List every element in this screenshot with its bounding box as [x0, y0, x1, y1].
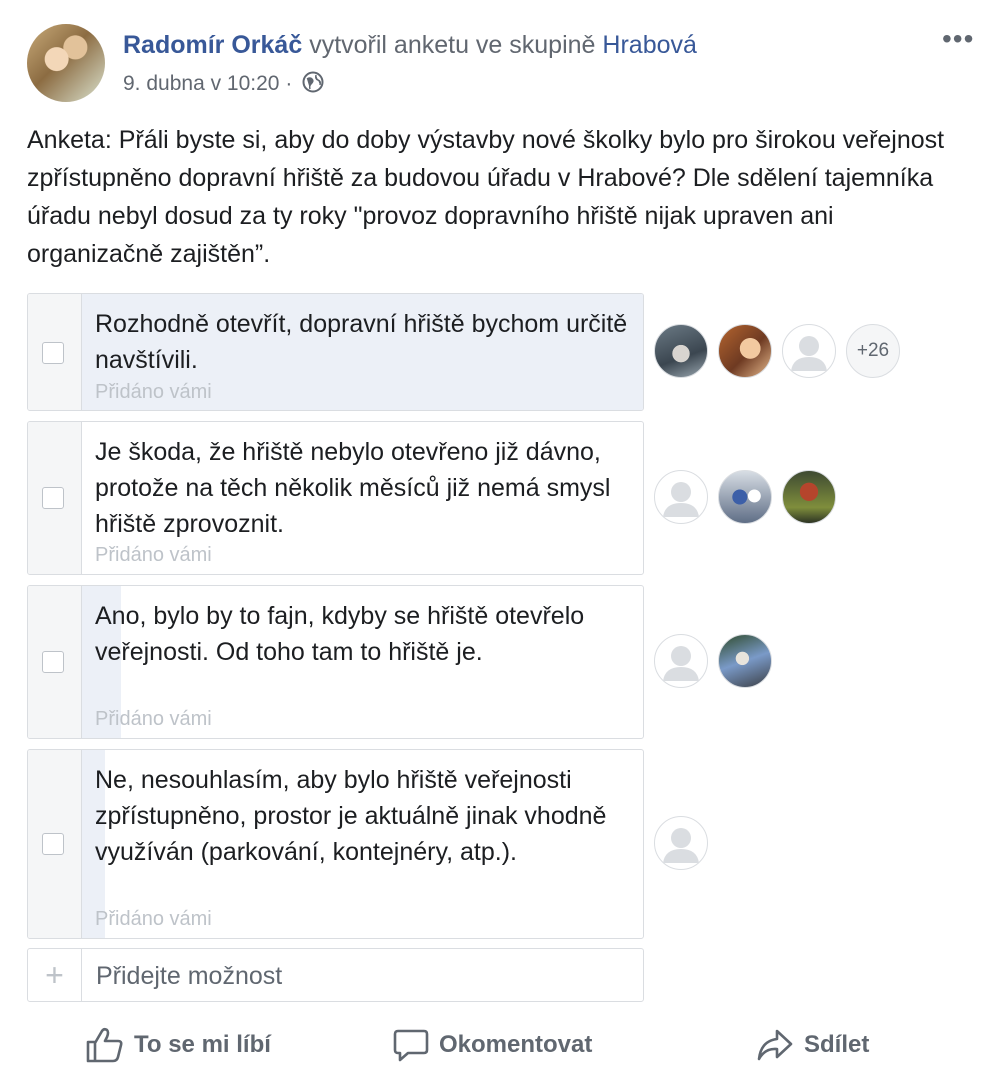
poll-option-check-cell	[28, 422, 82, 574]
poll-option-checkbox[interactable]	[42, 833, 64, 855]
like-label: To se mi líbí	[134, 1031, 271, 1058]
poll-option-text: Ano, bylo by to fajn, kdyby se hřiště ot…	[95, 602, 585, 666]
group-name-link[interactable]: Hrabová	[602, 31, 697, 59]
poll-option-check-cell	[28, 586, 82, 738]
post-action-text: vytvořil anketu ve skupině	[302, 31, 603, 59]
voter-avatar[interactable]	[654, 634, 708, 688]
poll-option[interactable]: Ano, bylo by to fajn, kdyby se hřiště ot…	[27, 585, 644, 739]
poll-option[interactable]: Ne, nesouhlasím, aby bylo hřiště veřejno…	[27, 749, 644, 939]
poll-option[interactable]: Rozhodně otevřít, dopravní hřiště bychom…	[27, 293, 644, 411]
more-voters-count[interactable]: +26	[846, 324, 900, 378]
plus-icon: +	[28, 949, 82, 1001]
add-option-input[interactable]	[94, 957, 638, 995]
post-actions-bar: To se mi líbí Okomentovat Sdílet	[0, 1018, 994, 1072]
meta-separator: ·	[285, 72, 293, 95]
add-option-field[interactable]: +	[27, 948, 644, 1002]
poll-option-checkbox[interactable]	[42, 651, 64, 673]
post-header: Radomír Orkáč vytvořil anketu ve skupině…	[123, 29, 697, 61]
comment-label: Okomentovat	[439, 1031, 593, 1058]
poll-option-added-by: Přidáno vámi	[95, 544, 212, 566]
poll-option-added-by: Přidáno vámi	[95, 381, 212, 403]
share-label: Sdílet	[804, 1031, 870, 1058]
poll-option-checkbox[interactable]	[42, 487, 64, 509]
voter-avatar[interactable]	[654, 324, 708, 378]
poll-option-checkbox[interactable]	[42, 342, 64, 364]
poll-option-text: Ne, nesouhlasím, aby bylo hřiště veřejno…	[95, 766, 607, 866]
voter-avatar[interactable]	[654, 816, 708, 870]
voter-avatar[interactable]	[782, 324, 836, 378]
poll-option-added-by: Přidáno vámi	[95, 708, 212, 730]
poll-option-added-by: Přidáno vámi	[95, 908, 212, 930]
globe-icon	[302, 71, 324, 101]
voter-avatar[interactable]	[718, 470, 772, 524]
post-timestamp[interactable]: 9. dubna v 10:20	[123, 72, 279, 95]
like-button[interactable]: To se mi líbí	[86, 1025, 271, 1065]
author-name-link[interactable]: Radomír Orkáč	[123, 31, 302, 59]
comment-icon	[393, 1029, 429, 1062]
poll-post: Radomír Orkáč vytvořil anketu ve skupině…	[0, 0, 994, 1084]
poll-option[interactable]: Je škoda, že hřiště nebylo otevřeno již …	[27, 421, 644, 575]
post-body-text: Anketa: Přáli byste si, aby do doby výst…	[27, 126, 945, 268]
poll-option-check-cell	[28, 294, 82, 410]
more-options-icon[interactable]: •••	[942, 24, 974, 54]
share-icon	[757, 1029, 793, 1061]
voter-avatar[interactable]	[718, 634, 772, 688]
poll-option-text: Je škoda, že hřiště nebylo otevřeno již …	[95, 438, 611, 538]
thumbs-up-icon	[86, 1027, 123, 1063]
author-avatar[interactable]	[27, 24, 105, 102]
share-button[interactable]: Sdílet	[756, 1025, 869, 1065]
voter-avatar[interactable]	[782, 470, 836, 524]
post-meta: 9. dubna v 10:20 ·	[123, 70, 324, 101]
voter-avatar[interactable]	[718, 324, 772, 378]
voter-avatar[interactable]	[654, 470, 708, 524]
poll-option-check-cell	[28, 750, 82, 938]
comment-button[interactable]: Okomentovat	[393, 1025, 592, 1065]
poll-option-text: Rozhodně otevřít, dopravní hřiště bychom…	[95, 310, 628, 374]
